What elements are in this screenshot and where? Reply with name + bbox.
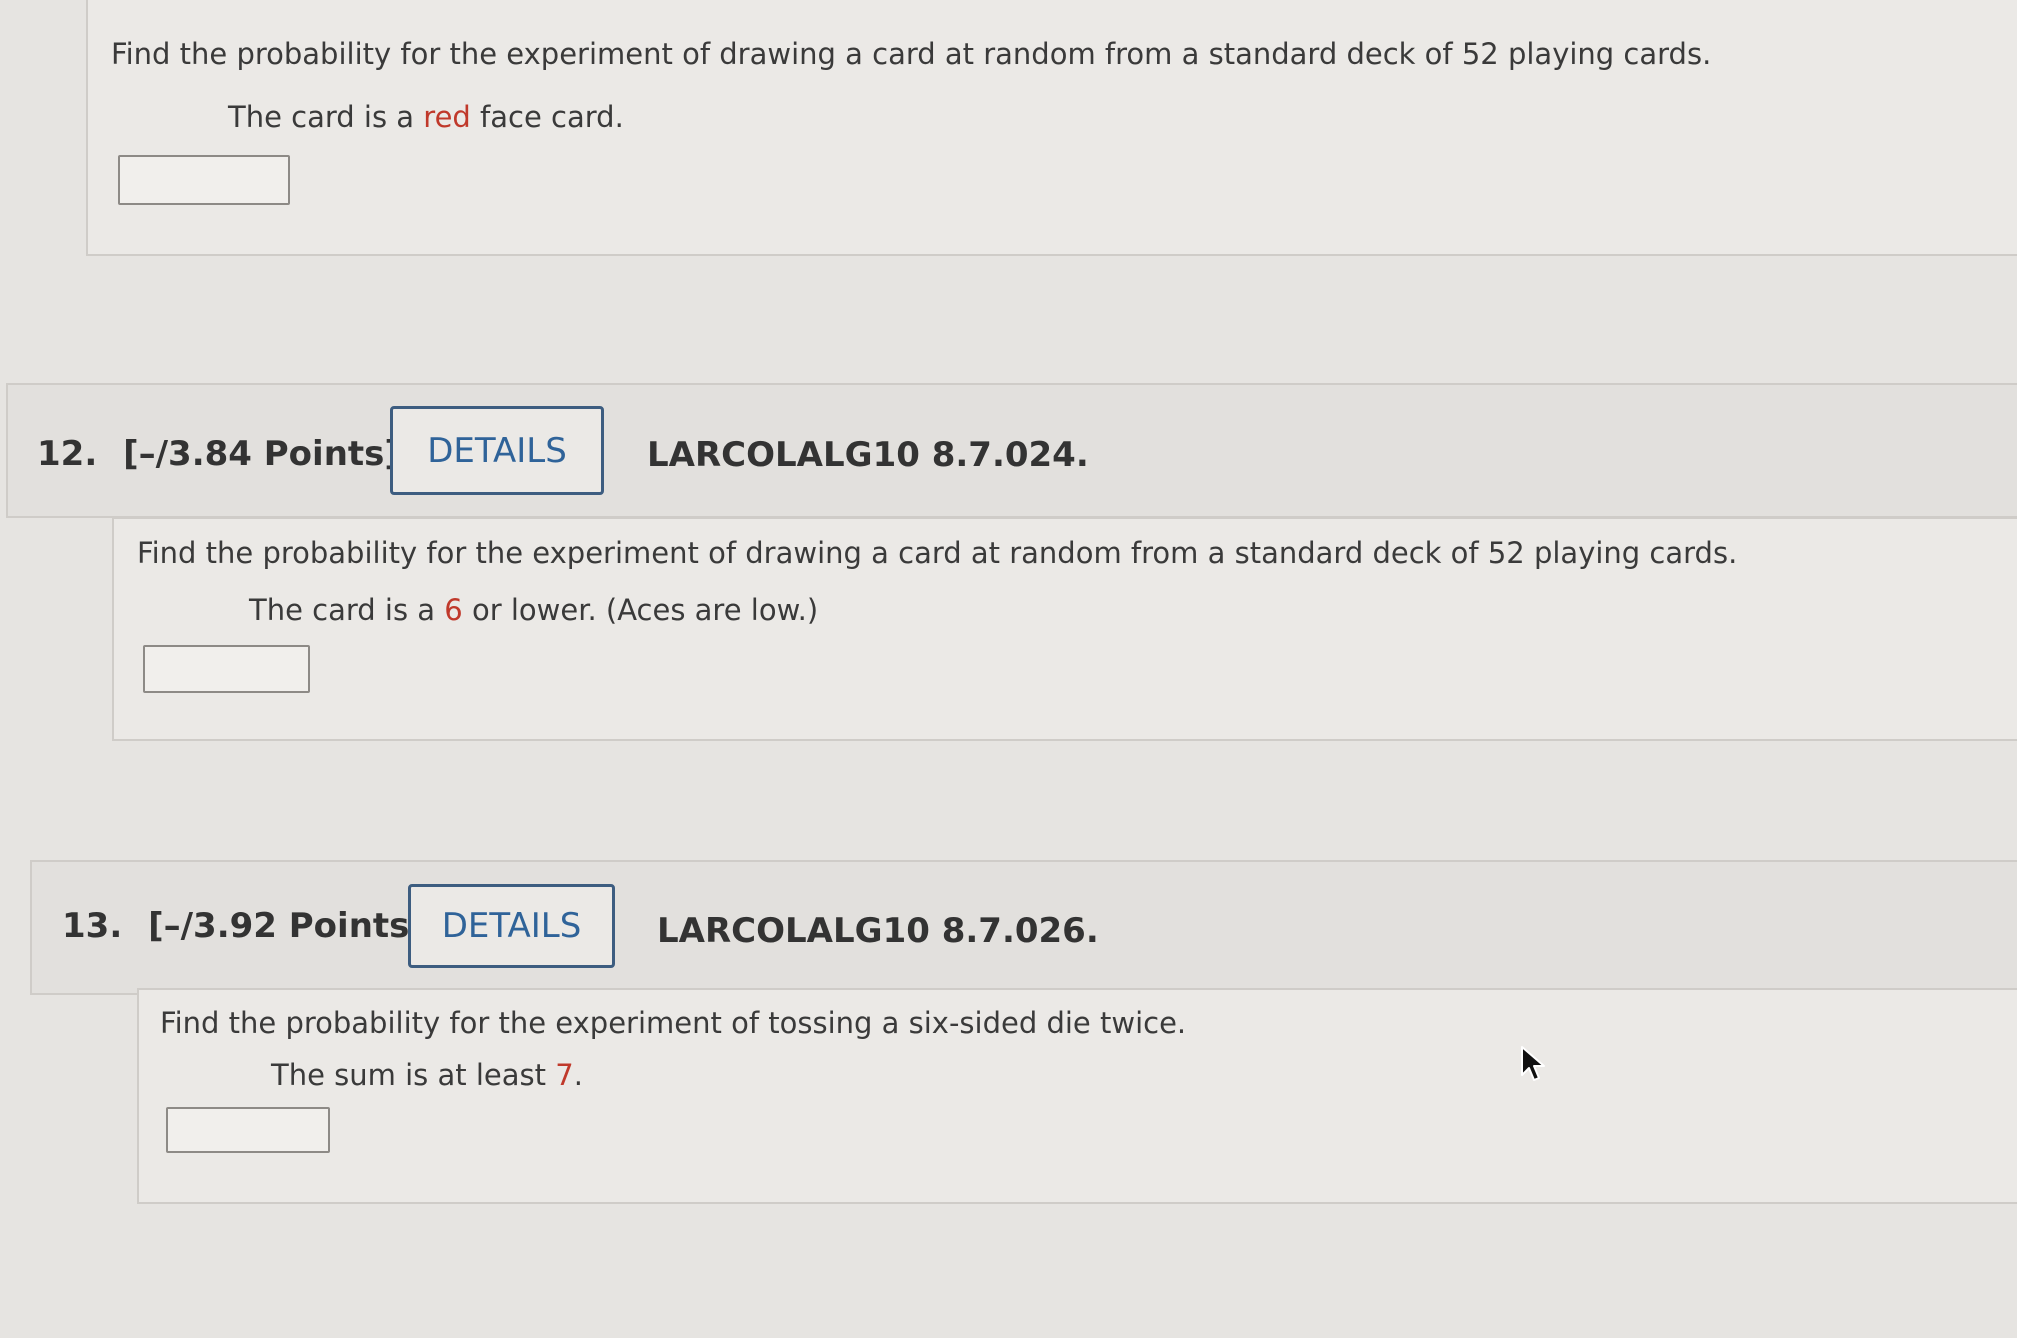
condition-text-post: face card.: [470, 100, 624, 134]
question-points: [–/3.84 Points]: [123, 434, 400, 474]
question-12-prompt: Find the probability for the experiment …: [137, 536, 1738, 570]
question-13-prompt: Find the probability for the experiment …: [160, 1006, 1187, 1040]
question-12-answer-field[interactable]: [143, 645, 310, 693]
condition-highlight: 6: [444, 593, 463, 627]
condition-text-post: .: [573, 1058, 583, 1092]
condition-highlight: 7: [555, 1058, 574, 1092]
question-points: [–/3.92 Points]: [148, 906, 425, 946]
details-button[interactable]: DETAILS: [390, 406, 604, 495]
question-11-condition: The card is a red face card.: [228, 103, 624, 132]
condition-text-post: or lower. (Aces are low.): [462, 593, 819, 627]
question-12-condition: The card is a 6 or lower. (Aces are low.…: [249, 596, 818, 625]
question-number: 13.: [62, 906, 123, 946]
question-12-number-points: 12. [–/3.84 Points]: [37, 434, 400, 474]
condition-text-pre: The sum is at least: [271, 1058, 556, 1092]
question-13-number-points: 13. [–/3.92 Points]: [62, 906, 425, 946]
question-13-code: LARCOLALG10 8.7.026.: [657, 911, 1099, 951]
mouse-pointer-icon: [1521, 1046, 1545, 1081]
question-12-code: LARCOLALG10 8.7.024.: [647, 435, 1089, 475]
question-13-condition: The sum is at least 7.: [271, 1061, 583, 1090]
question-11-prompt: Find the probability for the experiment …: [111, 37, 1712, 71]
details-button[interactable]: DETAILS: [408, 884, 615, 968]
condition-highlight: red: [423, 100, 471, 134]
question-11-answer-field[interactable]: [118, 155, 290, 205]
question-number: 12.: [37, 434, 98, 474]
question-13-answer-field[interactable]: [166, 1107, 330, 1153]
condition-text-pre: The card is a: [228, 100, 424, 134]
condition-text-pre: The card is a: [249, 593, 445, 627]
